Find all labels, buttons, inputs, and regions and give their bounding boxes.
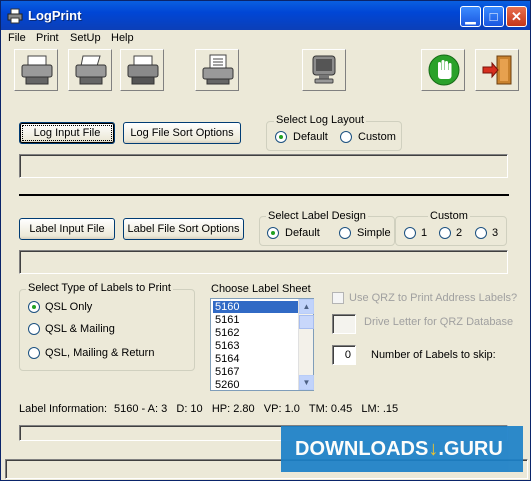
list-item[interactable]: 5162 bbox=[213, 327, 299, 339]
label-sort-options-button[interactable]: Label File Sort Options bbox=[123, 218, 244, 240]
log-layout-custom-label[interactable]: Custom bbox=[358, 131, 396, 143]
print-preview-button[interactable] bbox=[195, 49, 239, 91]
list-item[interactable]: 5163 bbox=[213, 340, 299, 352]
label-file-path-field[interactable] bbox=[19, 250, 508, 274]
label-design-heading: Select Label Design bbox=[266, 210, 368, 222]
print-labels-button[interactable] bbox=[68, 49, 112, 91]
qsl-mailing-return-label[interactable]: QSL, Mailing & Return bbox=[45, 347, 154, 359]
label-sheet-heading: Choose Label Sheet bbox=[211, 283, 311, 295]
print-both-button[interactable] bbox=[120, 49, 164, 91]
window-title: LogPrint bbox=[28, 8, 82, 23]
label-input-file-button[interactable]: Label Input File bbox=[19, 218, 115, 240]
label-design-default-label[interactable]: Default bbox=[285, 227, 320, 239]
exit-door-icon bbox=[482, 55, 512, 85]
label-sheet-listbox[interactable]: 5160 5161 5162 5163 5164 5167 5260 ▲ ▼ bbox=[210, 298, 314, 391]
screen-preview-button[interactable] bbox=[302, 49, 346, 91]
log-layout-heading: Select Log Layout bbox=[274, 114, 367, 126]
label-custom-heading: Custom bbox=[428, 210, 470, 222]
monitor-icon bbox=[312, 55, 336, 84]
downloads-guru-watermark: DOWNLOADS↓.GURU bbox=[281, 426, 523, 472]
label-custom-3-radio[interactable] bbox=[475, 227, 487, 239]
watermark-suffix: .GURU bbox=[438, 438, 503, 460]
label-type-heading: Select Type of Labels to Print bbox=[26, 282, 173, 294]
download-arrow-icon: ↓ bbox=[428, 438, 439, 460]
stop-button[interactable] bbox=[421, 49, 465, 91]
menu-print[interactable]: Print bbox=[36, 32, 59, 44]
log-layout-default-label[interactable]: Default bbox=[293, 131, 328, 143]
section-divider bbox=[19, 194, 509, 196]
menu-file[interactable]: File bbox=[8, 32, 26, 44]
label-custom-3-label[interactable]: 3 bbox=[492, 227, 498, 239]
qsl-only-radio[interactable] bbox=[28, 301, 40, 313]
menu-bar: File Print SetUp Help bbox=[2, 30, 529, 48]
scroll-thumb[interactable] bbox=[299, 315, 314, 329]
title-bar[interactable]: LogPrint ▁ □ ✕ bbox=[1, 1, 530, 30]
qsl-mailing-return-radio[interactable] bbox=[28, 347, 40, 359]
qrz-drive-label: Drive Letter for QRZ Database bbox=[364, 316, 514, 328]
maximize-icon: □ bbox=[489, 9, 498, 24]
label-custom-2-label[interactable]: 2 bbox=[456, 227, 462, 239]
maximize-button[interactable]: □ bbox=[483, 6, 504, 27]
scroll-down-icon[interactable]: ▼ bbox=[299, 375, 314, 390]
list-item[interactable]: 5260 bbox=[213, 379, 299, 391]
minimize-icon: ▁ bbox=[465, 9, 476, 24]
qsl-only-label[interactable]: QSL Only bbox=[45, 301, 92, 313]
label-design-default-radio[interactable] bbox=[267, 227, 279, 239]
menu-setup[interactable]: SetUp bbox=[70, 32, 101, 44]
print-log-button[interactable] bbox=[14, 49, 58, 91]
label-info-values: 5160 - A: 3 D: 10 HP: 2.80 VP: 1.0 TM: 0… bbox=[114, 403, 399, 415]
qsl-mailing-label[interactable]: QSL & Mailing bbox=[45, 323, 115, 335]
log-layout-default-radio[interactable] bbox=[275, 131, 287, 143]
log-sort-options-button[interactable]: Log File Sort Options bbox=[123, 122, 241, 144]
qrz-drive-letter-input[interactable] bbox=[332, 314, 356, 334]
qsl-mailing-radio[interactable] bbox=[28, 323, 40, 335]
close-button[interactable]: ✕ bbox=[506, 6, 527, 27]
listbox-scrollbar[interactable]: ▲ ▼ bbox=[298, 299, 314, 390]
menu-help[interactable]: Help bbox=[111, 32, 134, 44]
stop-hand-icon bbox=[428, 54, 460, 86]
printer-icon bbox=[75, 55, 107, 85]
label-design-simple-radio[interactable] bbox=[339, 227, 351, 239]
printer-icon bbox=[7, 8, 23, 24]
use-qrz-label[interactable]: Use QRZ to Print Address Labels? bbox=[349, 292, 517, 304]
list-item[interactable]: 5161 bbox=[213, 314, 299, 326]
label-custom-1-radio[interactable] bbox=[404, 227, 416, 239]
exit-button[interactable] bbox=[475, 49, 519, 91]
minimize-button[interactable]: ▁ bbox=[460, 6, 481, 27]
label-design-simple-label[interactable]: Simple bbox=[357, 227, 391, 239]
printer-icon bbox=[127, 55, 159, 85]
label-info-heading: Label Information: bbox=[19, 403, 108, 415]
watermark-text: DOWNLOADS bbox=[295, 438, 429, 460]
label-custom-1-label[interactable]: 1 bbox=[421, 227, 427, 239]
log-file-path-field[interactable] bbox=[19, 154, 508, 178]
labels-to-skip-input[interactable]: 0 bbox=[332, 345, 356, 365]
scroll-up-icon[interactable]: ▲ bbox=[299, 299, 314, 314]
list-item[interactable]: 5160 bbox=[213, 301, 299, 313]
logprint-window: LogPrint ▁ □ ✕ File Print SetUp Help Log… bbox=[0, 0, 531, 481]
log-input-file-button[interactable]: Log Input File bbox=[19, 122, 115, 144]
label-custom-2-radio[interactable] bbox=[439, 227, 451, 239]
labels-to-skip-label: Number of Labels to skip: bbox=[371, 349, 496, 361]
list-item[interactable]: 5167 bbox=[213, 366, 299, 378]
use-qrz-checkbox[interactable] bbox=[332, 292, 344, 304]
printer-icon bbox=[202, 54, 234, 85]
log-layout-custom-radio[interactable] bbox=[340, 131, 352, 143]
close-icon: ✕ bbox=[511, 9, 522, 24]
list-item[interactable]: 5164 bbox=[213, 353, 299, 365]
printer-icon bbox=[21, 55, 53, 85]
